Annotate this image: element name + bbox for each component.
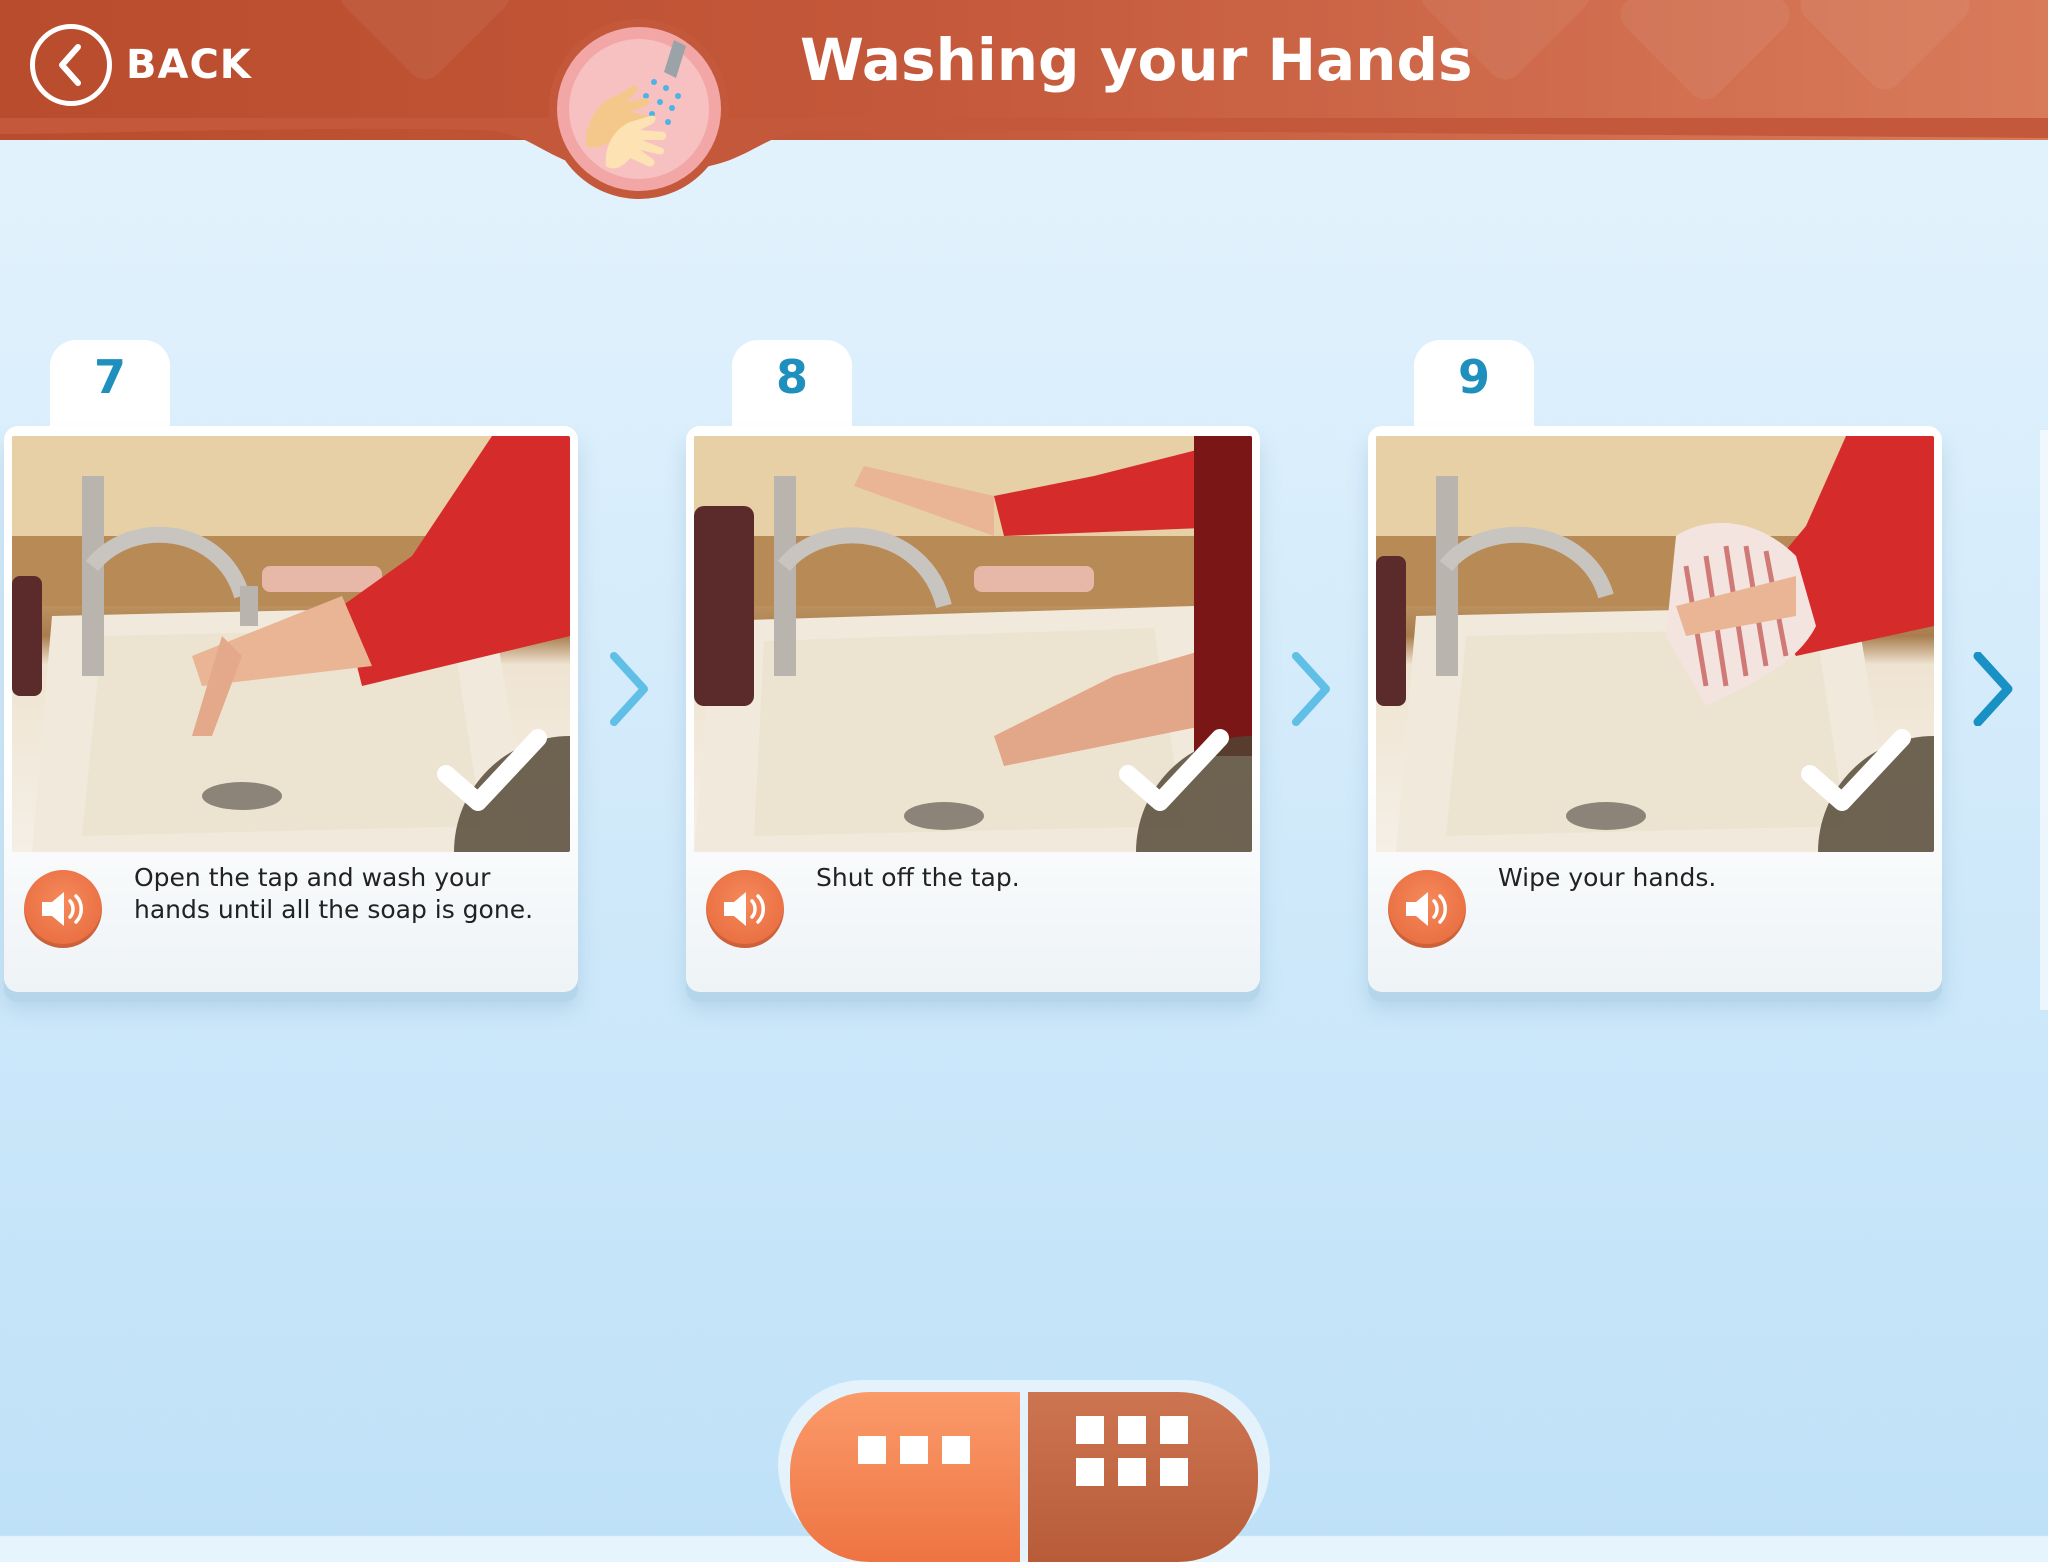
completed-badge — [1801, 729, 1934, 852]
header-decoration — [333, 0, 517, 87]
speaker-icon — [724, 892, 765, 926]
checkmark-icon — [437, 729, 547, 811]
next-page-button[interactable] — [1972, 652, 2016, 726]
header-decoration — [1613, 0, 1797, 107]
step-caption: Wipe your hands. — [1498, 863, 1717, 892]
step-number: 8 — [775, 350, 808, 404]
back-chevron-icon — [30, 24, 112, 106]
step-card-body: Wipe your hands. — [1368, 426, 1942, 992]
header-curve — [0, 118, 2048, 174]
step-caption: Shut off the tap. — [816, 863, 1020, 892]
step-number: 7 — [93, 350, 126, 404]
step-photo — [12, 436, 570, 852]
step-photo — [1376, 436, 1934, 852]
chevron-right-icon — [610, 652, 648, 726]
strip-view-button[interactable] — [790, 1392, 1020, 1562]
step-card-body: Open the tap and wash your hands until a… — [4, 426, 578, 992]
completed-badge — [1119, 729, 1252, 852]
step-number-tab: 7 — [50, 340, 170, 436]
checkmark-icon — [1801, 729, 1911, 811]
audio-button[interactable] — [24, 870, 102, 948]
completed-badge — [437, 729, 570, 852]
step-card[interactable]: 8 Shut off the tap. — [686, 340, 1260, 1000]
step-caption: Open the tap and wash your hands until a… — [134, 863, 534, 924]
audio-button[interactable] — [1388, 870, 1466, 948]
next-card-edge — [2040, 430, 2048, 1010]
step-number-tab: 8 — [732, 340, 852, 436]
speaker-icon — [1406, 892, 1447, 926]
step-card-body: Shut off the tap. — [686, 426, 1260, 992]
view-toggle — [778, 1380, 1270, 1562]
audio-button[interactable] — [706, 870, 784, 948]
step-card[interactable]: 7 Open the tap and wash your hands until… — [4, 340, 578, 1000]
step-photo — [694, 436, 1252, 852]
speaker-icon — [42, 892, 83, 926]
back-label: BACK — [126, 42, 252, 88]
chevron-right-icon — [1292, 652, 1330, 726]
back-button[interactable]: BACK — [30, 20, 252, 110]
grid-view-button[interactable] — [1028, 1392, 1258, 1562]
step-number: 9 — [1457, 350, 1490, 404]
hand-washing-icon — [549, 19, 729, 199]
checkmark-icon — [1119, 729, 1229, 811]
step-number-tab: 9 — [1414, 340, 1534, 436]
page-title: Washing your Hands — [800, 26, 1473, 94]
step-card[interactable]: 9 Wipe your hands. — [1368, 340, 1942, 1000]
header-decoration — [1793, 0, 1977, 97]
